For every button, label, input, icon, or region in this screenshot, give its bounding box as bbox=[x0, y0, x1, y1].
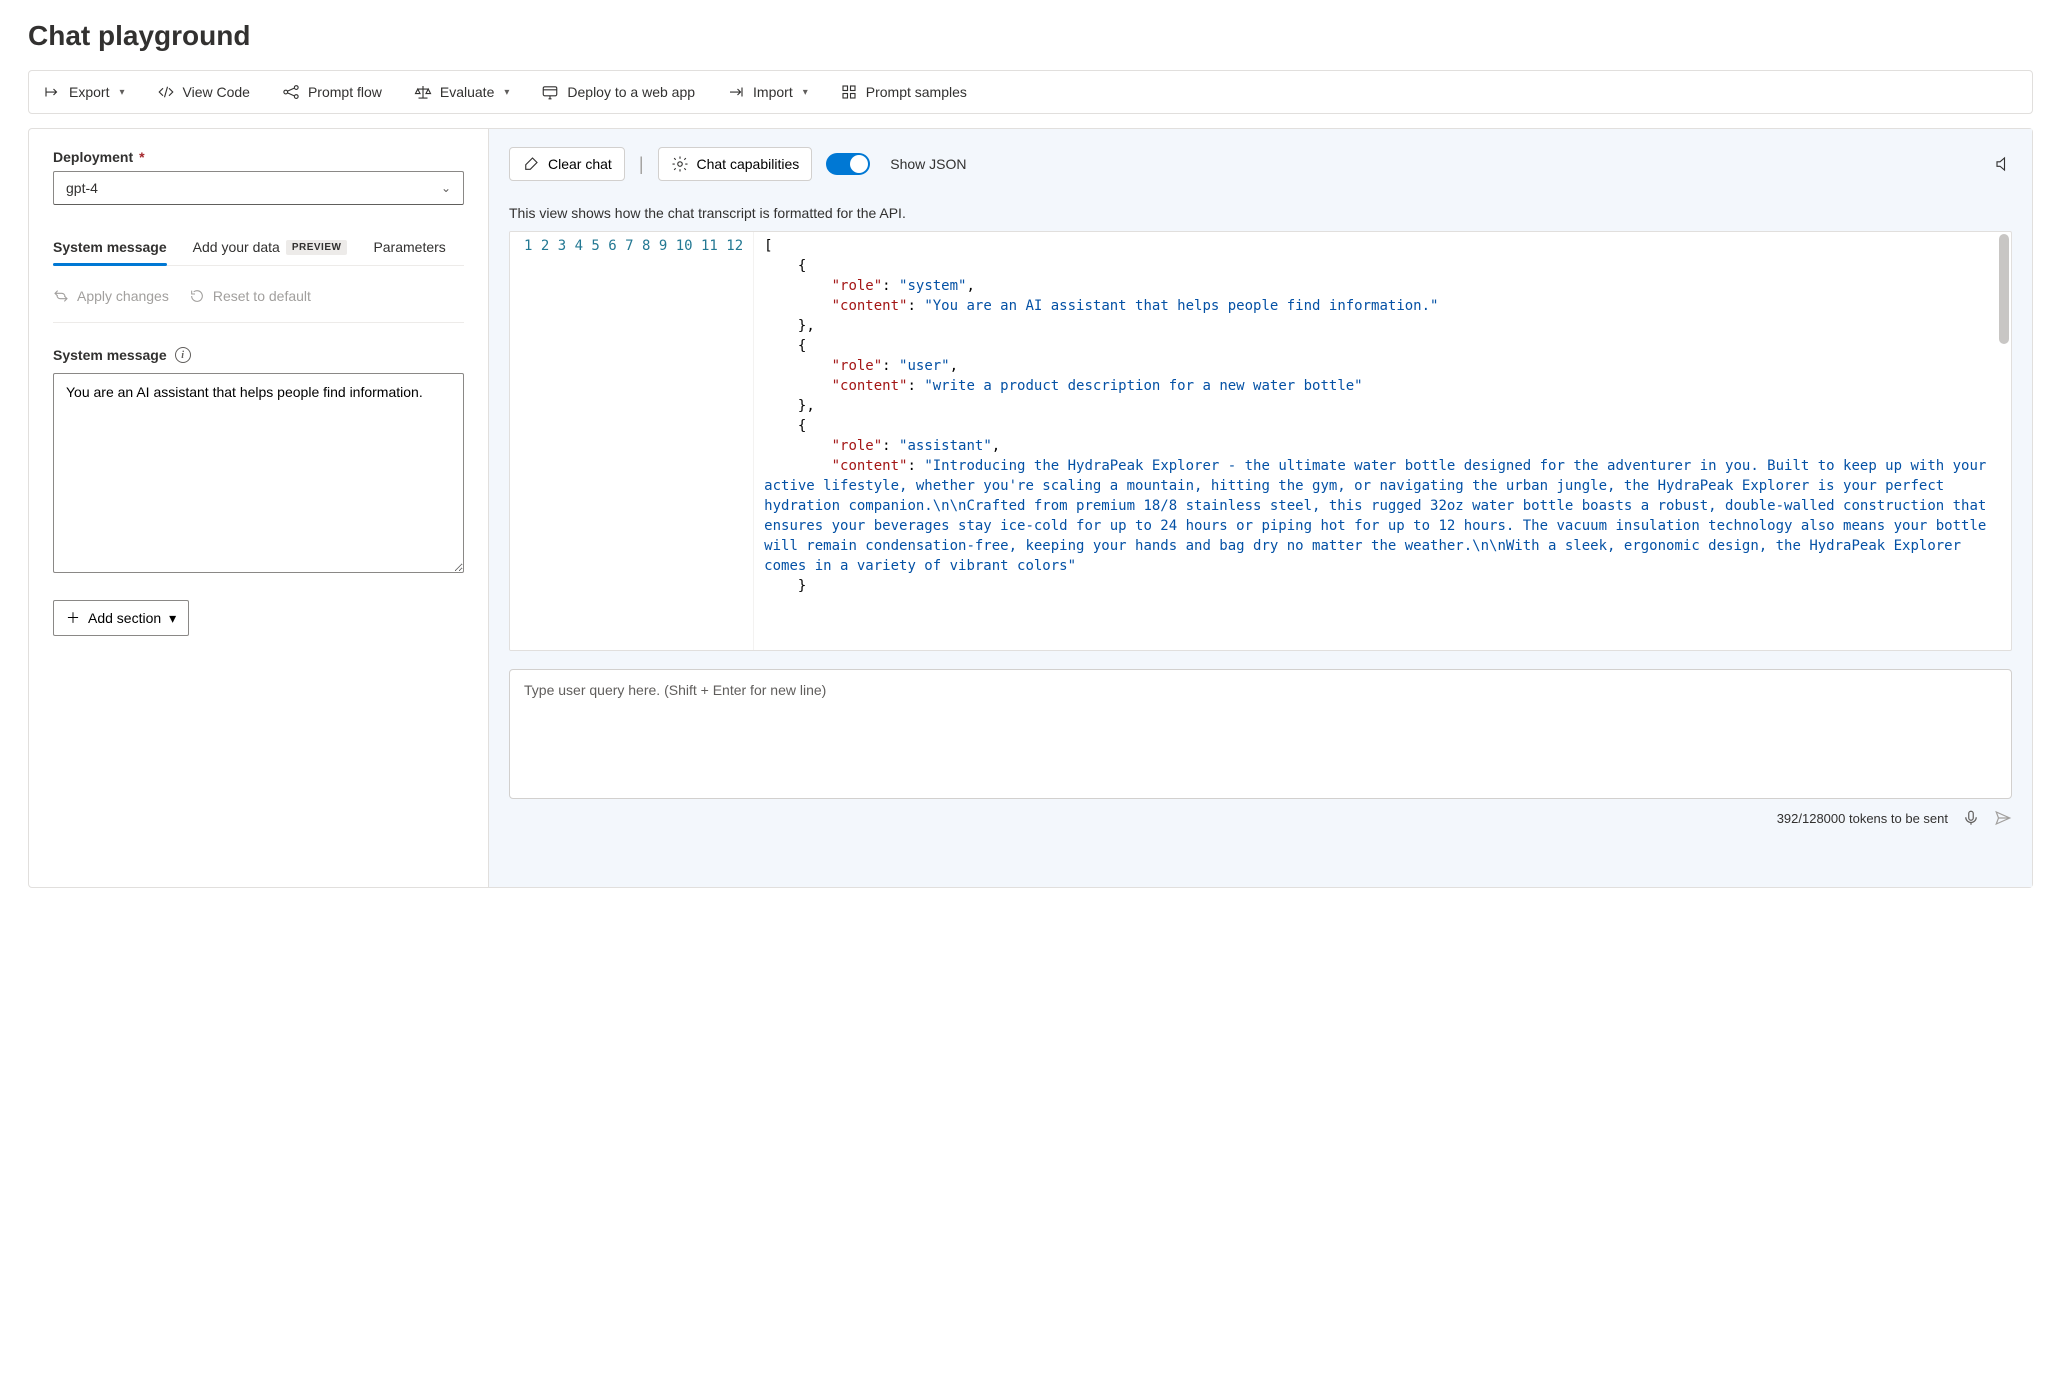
json-viewer[interactable]: 1 2 3 4 5 6 7 8 9 10 11 12 [ { "role": "… bbox=[509, 231, 2012, 651]
tab-system-message[interactable]: System message bbox=[53, 239, 167, 265]
deployment-select[interactable]: gpt-4 ⌄ bbox=[53, 171, 464, 205]
apply-changes-button[interactable]: Apply changes bbox=[53, 288, 169, 304]
evaluate-label: Evaluate bbox=[440, 84, 494, 100]
evaluate-button[interactable]: Evaluate ▾ bbox=[412, 79, 512, 105]
gear-icon bbox=[671, 155, 689, 173]
prompt-samples-button[interactable]: Prompt samples bbox=[838, 79, 969, 105]
required-asterisk: * bbox=[139, 149, 144, 165]
api-format-note: This view shows how the chat transcript … bbox=[509, 205, 2012, 221]
config-panel: Deployment* gpt-4 ⌄ System message Add y… bbox=[29, 129, 489, 887]
divider: | bbox=[639, 154, 644, 175]
show-json-toggle[interactable] bbox=[826, 153, 870, 175]
chevron-down-icon: ▾ bbox=[803, 87, 808, 98]
system-message-label: System message i bbox=[53, 347, 464, 363]
json-code: [ { "role": "system", "content": "You ar… bbox=[754, 232, 2011, 650]
view-code-label: View Code bbox=[183, 84, 250, 100]
chevron-down-icon: ▾ bbox=[119, 87, 124, 98]
show-json-label: Show JSON bbox=[890, 156, 966, 172]
prompt-samples-label: Prompt samples bbox=[866, 84, 967, 100]
input-placeholder-text: Type user query here. (Shift + Enter for… bbox=[524, 682, 826, 698]
add-section-button[interactable]: ＋ Add section ▾ bbox=[53, 600, 189, 636]
speaker-icon[interactable] bbox=[1994, 155, 2012, 173]
plus-icon: ＋ bbox=[66, 608, 80, 628]
view-code-button[interactable]: View Code bbox=[155, 79, 252, 105]
chevron-down-icon: ▾ bbox=[504, 87, 509, 98]
clear-chat-button[interactable]: Clear chat bbox=[509, 147, 625, 181]
export-button[interactable]: Export ▾ bbox=[41, 79, 127, 105]
export-label: Export bbox=[69, 84, 109, 100]
system-actions: Apply changes Reset to default bbox=[53, 288, 464, 323]
deploy-label: Deploy to a web app bbox=[567, 84, 695, 100]
chevron-down-icon: ▾ bbox=[169, 610, 176, 627]
chat-toolbar: Clear chat | Chat capabilities Show JSON bbox=[509, 147, 2012, 181]
top-toolbar: Export ▾ View Code Prompt flow Evaluate … bbox=[28, 70, 2033, 114]
reset-default-button[interactable]: Reset to default bbox=[189, 288, 311, 304]
prompt-flow-button[interactable]: Prompt flow bbox=[280, 79, 384, 105]
scrollbar[interactable] bbox=[1999, 234, 2009, 648]
grid-icon bbox=[840, 83, 858, 101]
chat-capabilities-button[interactable]: Chat capabilities bbox=[658, 147, 813, 181]
chevron-down-icon: ⌄ bbox=[441, 181, 451, 195]
page-title: Chat playground bbox=[28, 20, 2033, 52]
input-footer: 392/128000 tokens to be sent bbox=[509, 809, 2012, 827]
microphone-icon[interactable] bbox=[1962, 809, 1980, 827]
scales-icon bbox=[414, 83, 432, 101]
import-button[interactable]: Import ▾ bbox=[725, 79, 810, 105]
chat-panel: Clear chat | Chat capabilities Show JSON… bbox=[489, 129, 2032, 887]
flow-icon bbox=[282, 83, 300, 101]
tab-add-your-data[interactable]: Add your data PREVIEW bbox=[193, 239, 348, 265]
broom-icon bbox=[522, 155, 540, 173]
preview-badge: PREVIEW bbox=[286, 240, 348, 255]
export-icon bbox=[43, 83, 61, 101]
line-gutter: 1 2 3 4 5 6 7 8 9 10 11 12 bbox=[510, 232, 754, 650]
tokens-counter: 392/128000 tokens to be sent bbox=[1777, 811, 1948, 826]
tab-parameters[interactable]: Parameters bbox=[373, 239, 445, 265]
import-icon bbox=[727, 83, 745, 101]
deployment-label: Deployment* bbox=[53, 149, 464, 165]
code-icon bbox=[157, 83, 175, 101]
main-area: Deployment* gpt-4 ⌄ System message Add y… bbox=[28, 128, 2033, 888]
user-query-input[interactable]: Type user query here. (Shift + Enter for… bbox=[509, 669, 2012, 799]
config-tabs: System message Add your data PREVIEW Par… bbox=[53, 239, 464, 266]
info-icon[interactable]: i bbox=[175, 347, 191, 363]
send-icon[interactable] bbox=[1994, 809, 2012, 827]
deploy-icon bbox=[541, 83, 559, 101]
system-message-textarea[interactable] bbox=[53, 373, 464, 573]
deployment-value: gpt-4 bbox=[66, 180, 98, 196]
deploy-button[interactable]: Deploy to a web app bbox=[539, 79, 697, 105]
import-label: Import bbox=[753, 84, 793, 100]
prompt-flow-label: Prompt flow bbox=[308, 84, 382, 100]
